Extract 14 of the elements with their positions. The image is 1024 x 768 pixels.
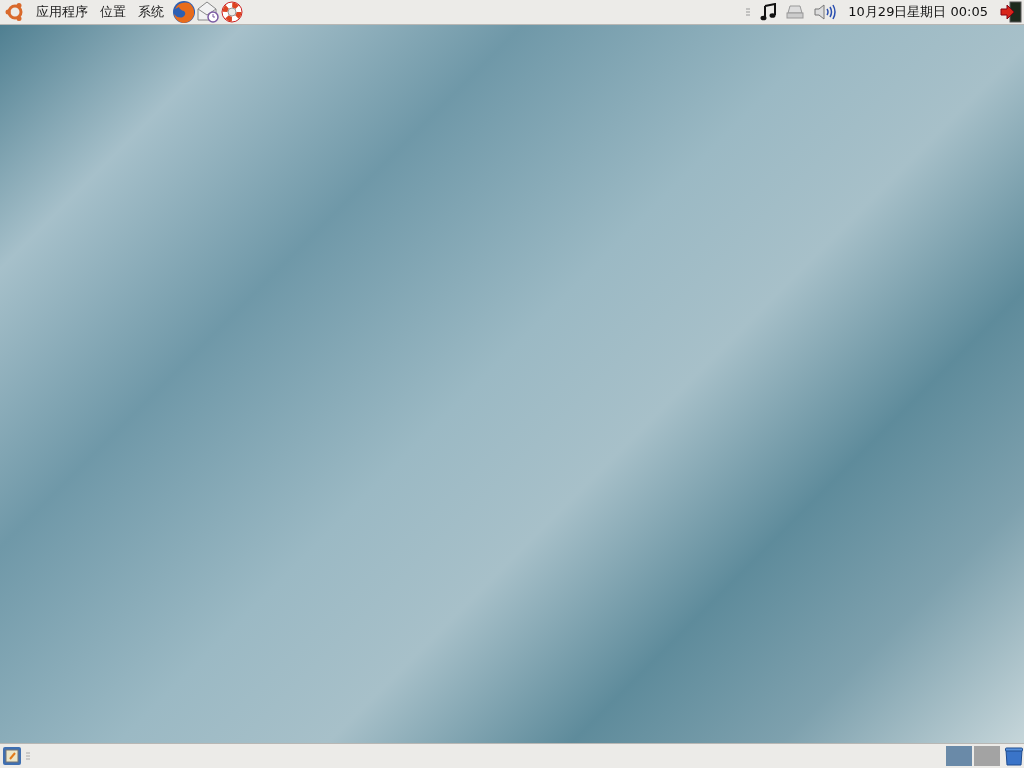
music-note-icon[interactable] bbox=[760, 3, 777, 21]
handle-icon bbox=[26, 752, 30, 760]
clock[interactable]: 10月29日星期日 00:05 bbox=[844, 2, 992, 22]
menu-item[interactable]: 位置 bbox=[94, 0, 132, 24]
exit-door-icon[interactable] bbox=[1000, 1, 1022, 23]
lifebuoy-icon[interactable] bbox=[220, 0, 244, 24]
handle-icon bbox=[746, 8, 751, 16]
show-desktop-icon[interactable] bbox=[2, 746, 22, 766]
menu-item[interactable]: 应用程序 bbox=[30, 0, 94, 24]
envelope-clock-icon[interactable] bbox=[196, 0, 220, 24]
globe-icon[interactable] bbox=[172, 0, 196, 24]
trash-icon[interactable] bbox=[1004, 746, 1024, 766]
speaker-icon[interactable] bbox=[814, 4, 837, 20]
menu-item[interactable]: 系统 bbox=[132, 0, 170, 24]
